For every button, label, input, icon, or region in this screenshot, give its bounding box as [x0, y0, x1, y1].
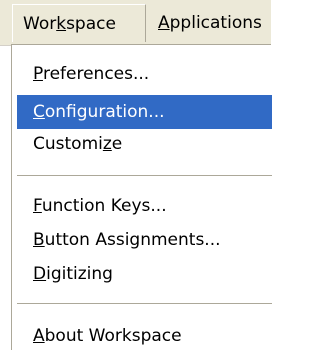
menu-item-accelerator: B	[33, 230, 45, 250]
menu-item-configuration[interactable]: Configuration...	[17, 95, 272, 129]
menu-item-about-workspace[interactable]: About Workspace	[17, 319, 272, 350]
menu-workspace-label-pre: Wor	[23, 14, 57, 34]
menu-item-label-post: references...	[42, 64, 150, 84]
menu-item-button-assignments[interactable]: Button Assignments...	[17, 223, 272, 257]
menu-item-customize[interactable]: Customize	[17, 127, 272, 161]
menu-applications-label-post: pplications	[169, 13, 262, 33]
menu-separator	[17, 175, 272, 177]
menu-workspace-label-post: space	[66, 14, 116, 34]
menu-applications[interactable]: Applications	[146, 4, 271, 42]
menu-item-label-post: onfiguration...	[44, 102, 165, 122]
menu-applications-accelerator: A	[158, 13, 170, 33]
workspace-dropdown-menu: Preferences... Configuration... Customiz…	[11, 44, 272, 350]
menu-item-label-post: bout Workspace	[44, 326, 182, 346]
screen: Workspace Applications Preferences... Co…	[0, 0, 272, 350]
menu-item-label-pre: Customi	[33, 134, 103, 154]
menu-separator	[17, 303, 272, 305]
menu-item-accelerator: F	[33, 196, 42, 216]
menu-item-accelerator: C	[33, 102, 45, 122]
menu-item-label-post: e	[111, 134, 123, 154]
menu-workspace-accelerator: k	[56, 14, 67, 34]
menu-bar: Workspace Applications	[0, 0, 271, 46]
menu-item-label-post: utton Assignments...	[44, 230, 221, 250]
menu-item-accelerator: D	[33, 264, 47, 284]
menu-item-preferences[interactable]: Preferences...	[17, 57, 272, 91]
menu-item-label-post: igitizing	[46, 264, 113, 284]
menu-item-label-post: unction Keys...	[41, 196, 167, 216]
menu-item-accelerator: P	[33, 64, 43, 84]
menu-item-accelerator: A	[33, 326, 45, 346]
menu-item-accelerator: z	[102, 134, 112, 154]
menu-item-function-keys[interactable]: Function Keys...	[17, 189, 272, 223]
menu-item-digitizing[interactable]: Digitizing	[17, 257, 272, 291]
menu-workspace[interactable]: Workspace	[12, 4, 146, 42]
